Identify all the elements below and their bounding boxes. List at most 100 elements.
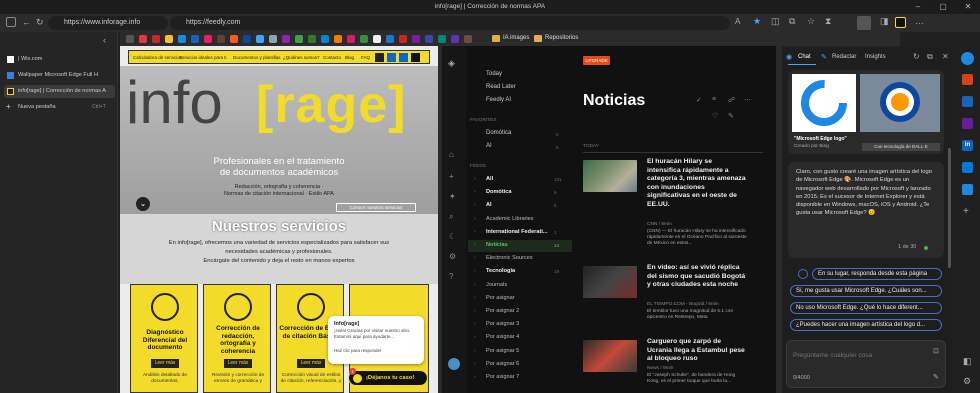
nav-contacto[interactable]: Contacto bbox=[323, 55, 341, 60]
back-icon[interactable]: ← bbox=[22, 17, 31, 27]
generated-image[interactable] bbox=[792, 74, 856, 132]
sidebar-layout-icon[interactable]: ◧ bbox=[963, 356, 972, 367]
suggestion-chip[interactable]: ¿Puedes hacer una imagen artística del l… bbox=[790, 319, 942, 331]
feed-item[interactable]: Por asignar 2 bbox=[486, 308, 519, 314]
favorite-icon[interactable] bbox=[451, 35, 459, 43]
favorite-icon[interactable] bbox=[152, 35, 160, 43]
nav-feedly-ai[interactable]: Feedly AI bbox=[486, 97, 511, 103]
tab-actions-icon[interactable] bbox=[6, 17, 16, 27]
feed-item[interactable]: Academic Libraries bbox=[486, 216, 534, 222]
feed-item[interactable]: Por asignar 5 bbox=[486, 348, 519, 354]
feed-item[interactable]: Tecnología bbox=[486, 268, 515, 274]
article-title[interactable]: El huracán Hilary se intensifica rápidam… bbox=[647, 158, 747, 209]
nav-documentos[interactable]: Documentos y plantillas bbox=[233, 55, 281, 60]
article-thumbnail[interactable] bbox=[583, 340, 637, 372]
tab-redactar[interactable]: Redactar bbox=[832, 54, 856, 60]
chevron-right-icon[interactable]: › bbox=[474, 189, 476, 195]
favorite-icon[interactable] bbox=[321, 35, 329, 43]
favorite-icon[interactable] bbox=[178, 35, 186, 43]
chevron-right-icon[interactable]: › bbox=[474, 282, 476, 288]
read-more-button[interactable]: Leer más bbox=[224, 359, 252, 368]
favorite-icon[interactable] bbox=[425, 35, 433, 43]
close-icon[interactable]: ✕ bbox=[942, 52, 949, 61]
open-new-icon[interactable]: ⧉ bbox=[927, 52, 933, 62]
shopping-icon[interactable] bbox=[962, 74, 973, 85]
split-screen-icon[interactable]: ◫ bbox=[771, 16, 780, 27]
favorite-star-icon[interactable]: ★ bbox=[753, 16, 761, 27]
favorite-icon[interactable] bbox=[217, 35, 225, 43]
cta-button[interactable]: Conoce nuestros servicios bbox=[336, 203, 416, 212]
outlook-icon[interactable] bbox=[962, 162, 973, 173]
feedly-logo-icon[interactable]: ◈ bbox=[448, 58, 455, 69]
nav-read-later[interactable]: Read Later bbox=[486, 84, 516, 90]
suggestion-chip[interactable]: No uso Microsoft Edge. ¿Qué lo hace dife… bbox=[790, 302, 942, 314]
mark-read-icon[interactable]: ✓ bbox=[696, 96, 702, 104]
nav-calculadora[interactable]: Calculadora de servicios bbox=[133, 55, 182, 60]
url-field-left[interactable]: https://www.inforage.info bbox=[48, 16, 168, 30]
chevron-right-icon[interactable]: › bbox=[474, 334, 476, 340]
upgrade-button[interactable]: UPGRADE bbox=[583, 56, 610, 65]
chevron-right-icon[interactable]: › bbox=[474, 348, 476, 354]
facebook-icon[interactable] bbox=[387, 53, 396, 62]
feed-item[interactable]: AI bbox=[486, 202, 492, 208]
nav-faq[interactable]: FAQ bbox=[361, 55, 370, 60]
home-icon[interactable]: ⌂ bbox=[449, 150, 454, 159]
chevron-right-icon[interactable]: › bbox=[474, 268, 476, 274]
url-field-right[interactable]: https://feedly.com bbox=[170, 16, 730, 30]
chevron-right-icon[interactable]: › bbox=[474, 321, 476, 327]
feed-item[interactable]: Journals bbox=[486, 282, 507, 288]
suggestion-chip[interactable]: Sí, me gusta usar Microsoft Edge. ¿Cuále… bbox=[790, 285, 942, 297]
favorite-icon[interactable] bbox=[243, 35, 251, 43]
nav-blog[interactable]: Blog bbox=[345, 55, 354, 60]
chat-popup[interactable]: Info[rage] ¡Hola! Gracias por visitar nu… bbox=[328, 316, 424, 364]
collapse-tabs-icon[interactable]: ‹ bbox=[103, 35, 106, 45]
favorite-icon[interactable] bbox=[256, 35, 264, 43]
favorite-icon[interactable] bbox=[139, 35, 147, 43]
more-icon[interactable]: ⋯ bbox=[744, 96, 751, 104]
chevron-right-icon[interactable]: › bbox=[474, 308, 476, 314]
chevron-right-icon[interactable]: › bbox=[474, 374, 476, 380]
favorite-icon[interactable] bbox=[126, 35, 134, 43]
history-icon[interactable]: ⧗ bbox=[825, 16, 831, 27]
pin-icon[interactable]: ✎ bbox=[933, 373, 939, 381]
favorite-icon[interactable] bbox=[438, 35, 446, 43]
article-title[interactable]: Carguero que zarpó de Ucrania llega a Es… bbox=[647, 338, 747, 364]
favorite-icon[interactable] bbox=[204, 35, 212, 43]
tab-wix[interactable]: | Wix.com bbox=[4, 53, 115, 66]
read-more-button[interactable]: Leer más bbox=[297, 359, 325, 368]
chevron-right-icon[interactable]: › bbox=[474, 176, 476, 182]
read-more-button[interactable]: Leer más bbox=[151, 359, 179, 368]
translator-icon[interactable] bbox=[962, 184, 973, 195]
fav-domotica[interactable]: Domótica bbox=[486, 130, 511, 136]
favorite-icon[interactable] bbox=[269, 35, 277, 43]
feed-item[interactable]: Domótica bbox=[486, 189, 512, 195]
chevron-right-icon[interactable]: › bbox=[474, 216, 476, 222]
favorites-folder-repositorios[interactable]: Repositorios bbox=[545, 35, 578, 41]
view-icon[interactable]: ≡ bbox=[712, 96, 716, 103]
tab-insights[interactable]: Insights bbox=[865, 54, 886, 60]
scrollbar[interactable] bbox=[948, 148, 951, 268]
maximize-button[interactable]: ▢ bbox=[935, 2, 951, 12]
feed-item[interactable]: Noticias bbox=[486, 242, 508, 248]
chevron-right-icon[interactable]: › bbox=[474, 255, 476, 261]
nav-servicios[interactable]: Servicios ideales para ti bbox=[179, 55, 227, 60]
favorite-icon[interactable] bbox=[464, 35, 472, 43]
settings-icon[interactable]: ⚙ bbox=[963, 376, 971, 387]
feed-item[interactable]: Por asignar 7 bbox=[486, 374, 519, 380]
favorite-icon[interactable] bbox=[373, 35, 381, 43]
tiktok-icon[interactable] bbox=[411, 53, 420, 62]
article-thumbnail[interactable] bbox=[583, 266, 637, 298]
image-upload-icon[interactable]: ⊡ bbox=[933, 347, 939, 355]
close-button[interactable]: ✕ bbox=[960, 2, 976, 12]
fav-ai[interactable]: AI bbox=[486, 143, 492, 149]
scroll-down-icon[interactable]: ⌄ bbox=[136, 197, 150, 211]
generated-image[interactable] bbox=[860, 74, 940, 132]
new-tab-button[interactable]: Nueva pestaña bbox=[18, 104, 56, 110]
tab-chat[interactable]: Chat bbox=[798, 54, 811, 60]
linkedin-icon[interactable] bbox=[399, 53, 408, 62]
collections-icon[interactable]: ☆ bbox=[807, 16, 815, 27]
favorite-icon[interactable] bbox=[334, 35, 342, 43]
feed-item[interactable]: Por asignar 4 bbox=[486, 334, 519, 340]
chevron-right-icon[interactable]: › bbox=[474, 229, 476, 235]
article-thumbnail[interactable] bbox=[583, 160, 637, 192]
